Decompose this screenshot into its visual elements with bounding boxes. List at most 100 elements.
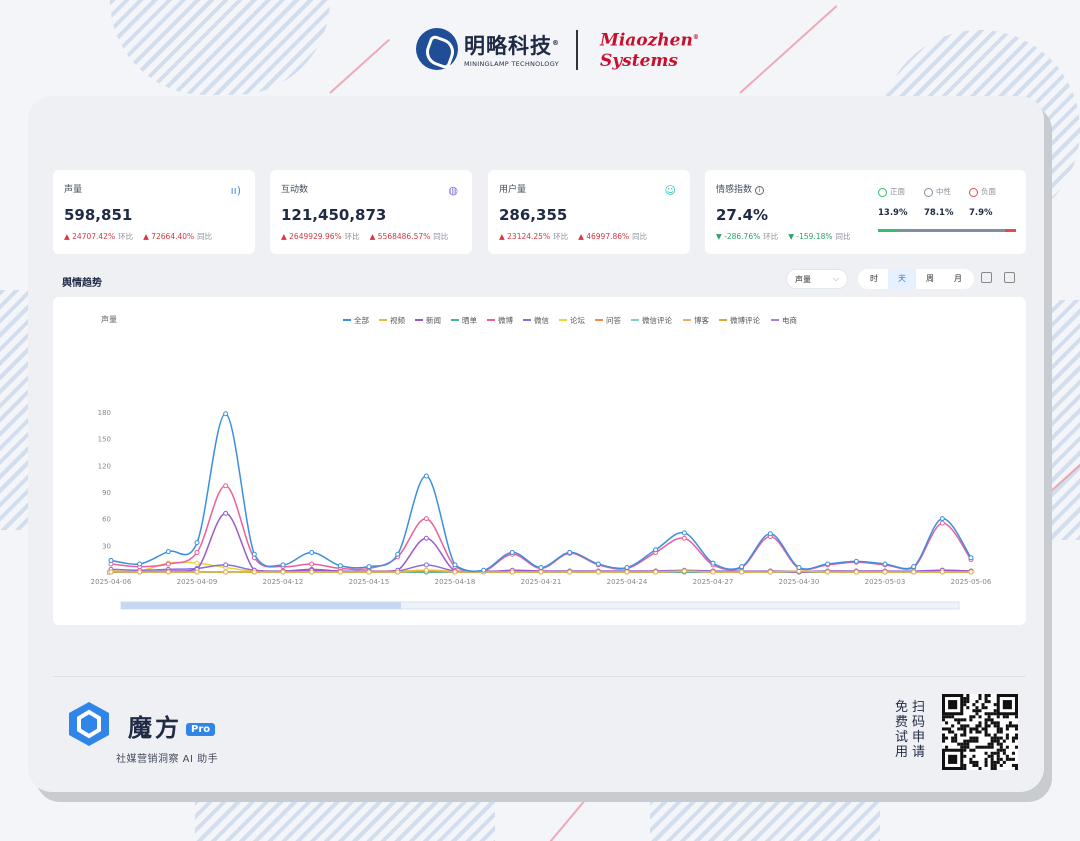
- data-point: [567, 569, 573, 575]
- legend-label: 新闻: [426, 315, 441, 325]
- neutral-value: 78.1%: [924, 208, 954, 218]
- data-point: [395, 551, 401, 557]
- data-point: [280, 562, 286, 568]
- mofang-logo-icon: [69, 702, 109, 746]
- pro-badge: Pro: [186, 723, 216, 736]
- smile-face-icon: [878, 187, 887, 197]
- data-point: [423, 535, 429, 541]
- kpi-chg-mom: ▲ 2649929.96% 环比: [281, 232, 360, 241]
- sad-face-icon: [969, 187, 978, 197]
- kpi-chg-mom: ▲ 23124.25% 环比: [499, 232, 569, 241]
- kpi-card-interactions[interactable]: 互动数 ◍ 121,450,873 ▲ 2649929.96% 环比 ▲ 5568…: [270, 170, 472, 254]
- data-point: [681, 568, 687, 574]
- kpi-card-users[interactable]: 用户量 ☺ 286,355 ▲ 23124.25% 环比 ▲ 46997.86% 同…: [488, 170, 690, 254]
- data-point: [882, 569, 888, 575]
- data-point: [423, 473, 429, 479]
- data-point: [108, 569, 114, 575]
- qr-code[interactable]: [942, 694, 1018, 770]
- trend-chart-panel: 声量03060901201501802025-04-062025-04-0920…: [53, 297, 1026, 625]
- legend-label: 晒单: [462, 315, 477, 325]
- neutral-share: [897, 229, 1005, 232]
- data-point: [194, 549, 200, 555]
- data-point: [739, 569, 745, 575]
- kpi-title: 声量: [64, 185, 83, 195]
- data-point: [366, 564, 372, 570]
- legend-label: 视频: [390, 315, 405, 325]
- product-name: 魔方: [128, 714, 182, 742]
- chevron-down-icon: ⌵: [832, 274, 839, 283]
- series-line-微博: [110, 485, 972, 573]
- data-point: [223, 562, 229, 568]
- x-tick-label: 2025-05-06: [951, 578, 992, 586]
- mininglamp-logo: 明略科技® MININGLAMP TECHNOLOGY: [416, 28, 560, 70]
- granularity-month[interactable]: 月: [944, 269, 972, 289]
- data-point: [911, 564, 917, 570]
- kpi-title: 互动数: [281, 185, 309, 195]
- x-tick-label: 2025-04-24: [607, 578, 648, 586]
- data-point: [337, 563, 343, 569]
- kpi-card-volume[interactable]: 声量 ıı) 598,851 ▲ 24707.42% 环比 ▲ 72664.40%…: [53, 170, 255, 254]
- zoom-slider-window: [121, 602, 401, 609]
- data-point: [223, 483, 229, 489]
- metric-select[interactable]: 声量 ⌵: [786, 269, 848, 289]
- kpi-chg-yoy: ▲ 46997.86% 同比: [578, 232, 648, 241]
- x-tick-label: 2025-04-30: [779, 578, 820, 586]
- data-point: [796, 565, 802, 571]
- kpi-chg-mom: ▲ 24707.42% 环比: [64, 232, 134, 241]
- data-point: [882, 561, 888, 567]
- sentiment-share-bar: [878, 229, 1016, 232]
- data-point: [223, 569, 229, 575]
- trend-title: 舆情趋势: [62, 278, 102, 289]
- data-point: [309, 569, 315, 575]
- data-point: [137, 561, 143, 567]
- x-tick-label: 2025-04-09: [177, 578, 218, 586]
- data-point: [251, 569, 257, 575]
- data-point: [423, 567, 429, 573]
- legend-label: 微信评论: [642, 315, 672, 325]
- data-point: [309, 561, 315, 567]
- x-tick-label: 2025-04-15: [349, 578, 390, 586]
- data-point: [137, 569, 143, 575]
- legend-label: 微信: [534, 315, 549, 325]
- data-point: [595, 569, 601, 575]
- data-point: [337, 569, 343, 575]
- data-point: [710, 569, 716, 575]
- granularity-day[interactable]: 天: [888, 269, 916, 289]
- neutral-legend: 中性: [924, 186, 951, 197]
- granularity-toggle[interactable]: 时 天 周 月: [858, 269, 974, 289]
- legend-label: 论坛: [570, 315, 585, 325]
- data-point: [624, 569, 630, 575]
- data-point: [968, 555, 974, 561]
- data-point: [653, 547, 659, 553]
- granularity-week[interactable]: 周: [916, 269, 944, 289]
- dashboard-card: 声量 ıı) 598,851 ▲ 24707.42% 环比 ▲ 72664.40%…: [28, 96, 1044, 792]
- logo-divider: [576, 30, 578, 70]
- data-point: [968, 569, 974, 575]
- image-download-icon[interactable]: [1004, 272, 1015, 283]
- data-point: [681, 530, 687, 536]
- data-point: [939, 516, 945, 522]
- export-icon[interactable]: [981, 272, 992, 283]
- cta-scan-apply: 扫码申请: [912, 700, 926, 760]
- data-point: [767, 569, 773, 575]
- negative-share: [1004, 229, 1016, 232]
- miaozhen-logo: Miaozhen® Systems: [600, 28, 699, 71]
- kpi-chg-yoy: ▲ 5568486.57% 同比: [369, 232, 449, 241]
- data-point: [939, 569, 945, 575]
- data-point: [567, 549, 573, 555]
- footer-divider: [53, 676, 1026, 677]
- x-tick-label: 2025-04-27: [693, 578, 734, 586]
- cta-free-trial: 免费试用: [895, 700, 909, 760]
- x-tick-label: 2025-04-06: [91, 578, 132, 586]
- legend-label: 问答: [606, 315, 621, 325]
- granularity-hour[interactable]: 时: [860, 269, 888, 289]
- y-tick-label: 180: [98, 409, 111, 417]
- data-point: [194, 540, 200, 546]
- info-icon[interactable]: i: [754, 186, 764, 195]
- kpi-chg-yoy: ▲ 72664.40% 同比: [143, 232, 213, 241]
- data-point: [251, 551, 257, 557]
- positive-value: 13.9%: [878, 208, 908, 218]
- x-tick-label: 2025-04-12: [263, 578, 304, 586]
- series-line-全部: [110, 413, 972, 572]
- kpi-card-sentiment[interactable]: 情感指数 i 27.4% ▼ -286.76% 环比 ▼ -159.18% 同比 正…: [705, 170, 1026, 254]
